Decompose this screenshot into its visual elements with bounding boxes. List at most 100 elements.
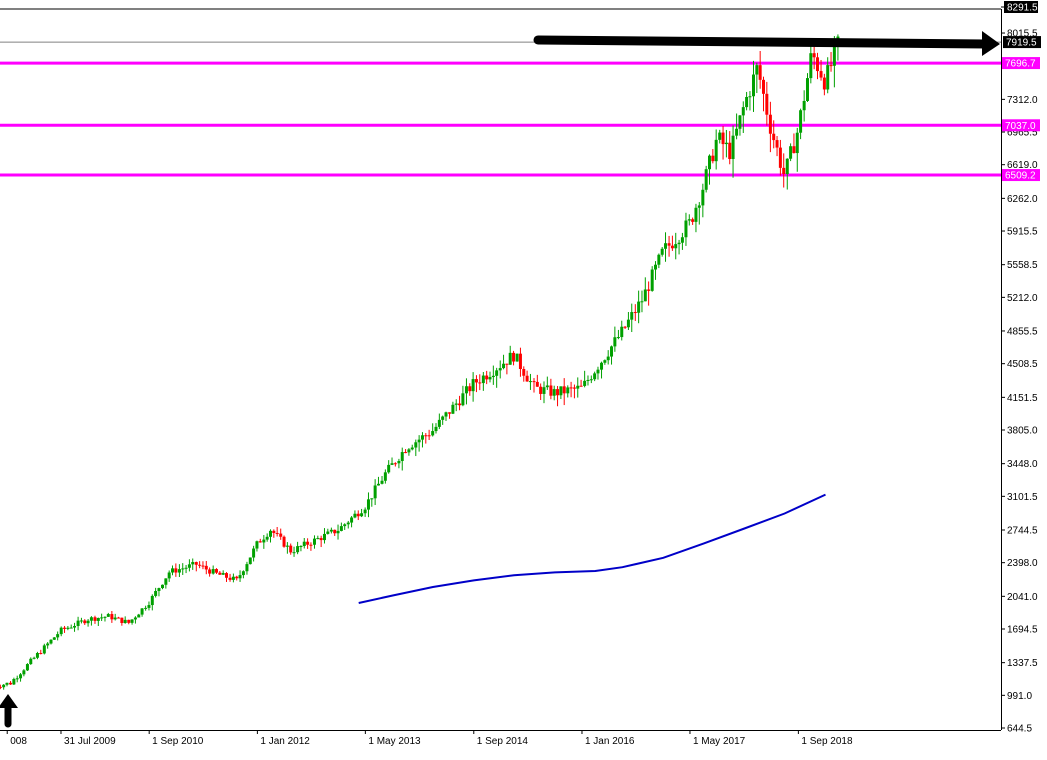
- candle-up: [373, 485, 377, 499]
- candle-up: [495, 370, 499, 376]
- candle-up: [79, 620, 83, 622]
- candle-down: [404, 452, 408, 454]
- candle-up: [73, 625, 77, 628]
- candle-down: [485, 375, 489, 380]
- candle-up: [346, 522, 350, 525]
- candle-down: [549, 385, 553, 396]
- candle-up: [400, 452, 404, 462]
- candle-down: [306, 541, 310, 545]
- candle-up: [697, 205, 701, 208]
- candle-up: [802, 100, 806, 111]
- candle-up: [22, 670, 26, 675]
- candle-down: [782, 167, 786, 174]
- candle-up: [498, 368, 502, 371]
- candle-up: [417, 439, 421, 443]
- candle-up: [89, 617, 93, 621]
- candle-up: [805, 78, 809, 101]
- candle-up: [86, 620, 90, 624]
- candle-up: [350, 517, 354, 523]
- candle-up: [252, 548, 256, 558]
- candle-down: [120, 617, 124, 624]
- candle-up: [137, 614, 141, 618]
- candle-up: [600, 362, 604, 370]
- y-tick-label: 8291.5: [1007, 3, 1038, 14]
- candle-down: [63, 627, 67, 629]
- y-tick-label: 5558.5: [1007, 260, 1038, 271]
- candle-up: [488, 377, 492, 380]
- candle-up: [339, 526, 343, 531]
- y-tick-label: 3805.0: [1007, 426, 1038, 437]
- candle-up: [299, 546, 303, 548]
- candle-up: [626, 319, 630, 328]
- candle-down: [208, 569, 212, 574]
- y-tick-label: 4151.5: [1007, 393, 1038, 404]
- candle-up: [731, 135, 735, 160]
- candle-up: [366, 499, 370, 510]
- candle-down: [667, 243, 671, 246]
- candle-down: [218, 572, 222, 575]
- candle-up: [660, 248, 664, 255]
- candle-down: [772, 133, 776, 141]
- candle-down: [289, 545, 293, 553]
- candle-up: [46, 643, 50, 646]
- candle-up: [542, 387, 546, 394]
- candle-up: [596, 369, 600, 374]
- candle-down: [556, 389, 560, 396]
- candle-up: [606, 356, 610, 361]
- candle-up: [25, 664, 29, 671]
- candle-up: [708, 155, 712, 170]
- candle-up: [714, 139, 718, 162]
- candle-up: [144, 607, 148, 609]
- candle-up: [654, 264, 658, 270]
- candle-up: [245, 564, 249, 572]
- candle-up: [431, 431, 435, 436]
- y-tick-label: 644.5: [1007, 724, 1032, 735]
- y-tick-label: 5212.0: [1007, 293, 1038, 304]
- y-tick-label: 6262.0: [1007, 194, 1038, 205]
- candle-up: [664, 243, 668, 249]
- candle-up: [130, 619, 134, 623]
- candle-up: [383, 472, 387, 481]
- candle-down: [512, 352, 516, 362]
- y-tick-label: 2041.0: [1007, 592, 1038, 603]
- candle-down: [215, 569, 219, 573]
- candle-up: [187, 564, 191, 568]
- x-tick-label: 008: [10, 736, 27, 747]
- candle-down: [532, 381, 536, 383]
- candle-up: [410, 447, 414, 450]
- candle-down: [815, 57, 819, 72]
- current-price-label: 7919.5: [1006, 38, 1037, 49]
- candle-down: [711, 155, 715, 162]
- candle-up: [566, 387, 570, 394]
- candle-down: [623, 326, 627, 328]
- candle-up: [437, 419, 441, 427]
- candle-up: [755, 65, 759, 75]
- candle-down: [279, 533, 283, 537]
- candle-up: [157, 588, 161, 591]
- candle-up: [19, 674, 23, 679]
- candle-down: [829, 65, 833, 67]
- candle-up: [238, 575, 242, 579]
- candle-down: [228, 577, 232, 580]
- candle-up: [751, 74, 755, 97]
- y-tick-label: 2744.5: [1007, 526, 1038, 537]
- candle-down: [424, 435, 428, 437]
- candle-up: [545, 385, 549, 388]
- candle-up: [262, 539, 266, 543]
- candle-up: [191, 562, 195, 565]
- arrow-shaft: [533, 35, 991, 49]
- y-tick-label: 1337.5: [1007, 658, 1038, 669]
- x-tick-label: 1 Sep 2018: [801, 736, 853, 747]
- candle-up: [687, 219, 691, 221]
- candle-down: [765, 93, 769, 115]
- candle-up: [650, 269, 654, 291]
- candle-up: [184, 567, 188, 569]
- candle-up: [211, 569, 215, 574]
- candle-up: [360, 513, 364, 517]
- candle-up: [785, 158, 789, 174]
- x-tick-label: 31 Jul 2009: [64, 736, 116, 747]
- candle-down: [812, 53, 816, 58]
- candle-down: [778, 147, 782, 168]
- level-label: 7696.7: [1005, 59, 1036, 70]
- y-tick-label: 3448.0: [1007, 459, 1038, 470]
